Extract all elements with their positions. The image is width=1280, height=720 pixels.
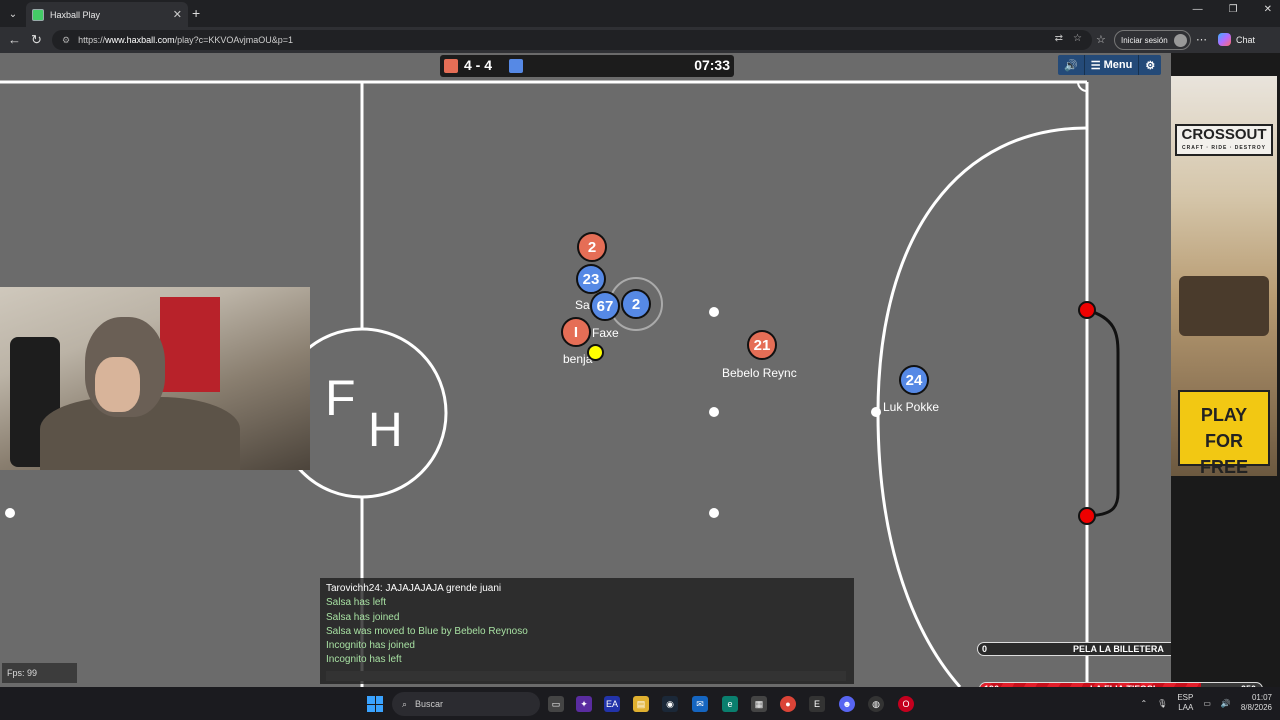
player-disc: 24 xyxy=(899,365,929,395)
player-disc: 2 xyxy=(577,232,607,262)
copilot-icon xyxy=(1218,33,1231,46)
windows-start-icon[interactable] xyxy=(367,696,383,712)
favorites-icon[interactable]: ☆ xyxy=(1096,33,1106,46)
tab-title: Haxball Play xyxy=(50,9,101,20)
sound-toggle-icon[interactable]: 🔊 xyxy=(1058,55,1084,75)
center-logo-h: H xyxy=(368,404,403,457)
haxball-favicon-icon xyxy=(32,8,44,21)
player-disc: I xyxy=(561,317,591,347)
player-name: Faxe xyxy=(592,326,619,340)
player-disc: 2 xyxy=(621,289,651,319)
player-disc: 23 xyxy=(576,264,606,294)
tray-chevron-icon[interactable]: ⌃ xyxy=(1140,699,1147,708)
store-icon[interactable]: ▦ xyxy=(751,696,767,712)
chat-notice: Salsa has joined xyxy=(326,611,400,623)
search-label: Buscar xyxy=(415,699,444,709)
menu-icon: ☰ xyxy=(1090,59,1104,72)
steam-icon[interactable]: ◉ xyxy=(662,696,678,712)
mic-icon[interactable]: 🎙 xyxy=(1157,699,1167,708)
address-bar-icons: ⇄ ☆ xyxy=(1055,33,1082,44)
score-text: 4 - 4 xyxy=(464,57,493,73)
tab-close-icon[interactable]: ✕ xyxy=(173,8,182,21)
player-disc: 67 xyxy=(590,291,620,321)
browser-tab-bar: ⌄ Haxball Play ✕ + — ❐ ✕ xyxy=(0,0,1280,27)
menu-label: Menu xyxy=(1103,59,1133,71)
new-tab-button[interactable]: + xyxy=(192,5,200,21)
chat-notice: Incognito has joined xyxy=(326,640,415,652)
taskbar: ⌕ Buscar ▭ ✦ EA ▤ ◉ ✉ e ▦ ● E ☻ ◍ O ⌃ 🎙 … xyxy=(0,687,1280,720)
player-name: Sa xyxy=(575,298,590,312)
edge-icon[interactable]: e xyxy=(722,696,738,712)
close-window-icon[interactable]: ✕ xyxy=(1264,4,1272,15)
stream-overlay-bar: 0 PELA LA BILLETERA 5 xyxy=(977,642,1171,656)
chat-input[interactable] xyxy=(326,671,846,681)
site-info-icon[interactable]: ⚙ xyxy=(62,35,70,46)
profile-avatar xyxy=(1173,34,1187,47)
signin-button[interactable]: Iniciar sesión xyxy=(1114,30,1191,50)
red-team-icon xyxy=(444,59,458,73)
mail-icon[interactable]: ✉ xyxy=(692,696,708,712)
language-indicator[interactable]: ESP LAA xyxy=(1177,693,1193,713)
game-top-buttons: 🔊 ☰ Menu ⚙ xyxy=(1058,55,1162,75)
game-field[interactable]: F H 2 23 Sa 67 2 Faxe I benja 21 Bebelo … xyxy=(0,53,1171,687)
scoreboard: 4 - 4 07:33 xyxy=(440,55,734,77)
bookmark-star-icon[interactable]: ☆ xyxy=(1073,33,1082,44)
menu-button[interactable]: ☰ Menu xyxy=(1085,55,1139,75)
chrome-icon[interactable]: ● xyxy=(780,696,796,712)
taskbar-search[interactable]: ⌕ Buscar xyxy=(392,692,540,716)
fps-counter: Fps: 99 xyxy=(2,663,77,683)
restore-icon[interactable]: ❐ xyxy=(1229,4,1238,15)
more-menu-icon[interactable]: ⋯ xyxy=(1196,33,1207,46)
chat-message: Tarovichh24: JAJAJAJAJA grende juani xyxy=(326,583,502,594)
system-tray: ⌃ 🎙 ESP LAA ▭ 🔊 01:07 8/8/2026 xyxy=(1140,693,1272,713)
ad-logo: CROSSOUT CRAFT · RIDE · DESTROY xyxy=(1175,124,1273,156)
crossout-ad[interactable]: CROSSOUT CRAFT · RIDE · DESTROY PLAY FOR F… xyxy=(1171,76,1277,476)
copilot-app-icon[interactable]: ✦ xyxy=(576,696,592,712)
volume-icon[interactable]: 🔊 xyxy=(1221,699,1231,708)
task-view-icon[interactable]: ▭ xyxy=(548,696,564,712)
clock[interactable]: 01:07 8/8/2026 xyxy=(1241,693,1272,713)
ad-vehicle-image xyxy=(1179,276,1269,336)
game-ball xyxy=(587,344,604,361)
minimize-icon[interactable]: — xyxy=(1193,4,1203,15)
player-disc: 21 xyxy=(747,330,777,360)
browser-toolbar: ← ↻ ⚙ https://www.haxball.com/play?c=KKV… xyxy=(0,27,1280,53)
copilot-chat-button[interactable]: Chat xyxy=(1218,33,1255,46)
translate-icon[interactable]: ⇄ xyxy=(1055,33,1063,44)
window-controls: — ❐ ✕ xyxy=(1193,4,1272,15)
chat-box: Tarovichh24: JAJAJAJAJA grende juani Sal… xyxy=(320,578,854,684)
center-logo-f: F xyxy=(325,370,356,426)
search-icon: ⌕ xyxy=(402,698,408,709)
player-name: Bebelo Reync xyxy=(722,366,797,380)
chat-notice: Incognito has left xyxy=(326,654,402,666)
signin-label: Iniciar sesión xyxy=(1121,35,1168,45)
back-icon[interactable]: ← xyxy=(8,32,21,47)
haxball-page: F H 2 23 Sa 67 2 Faxe I benja 21 Bebelo … xyxy=(0,53,1280,696)
epic-games-icon[interactable]: E xyxy=(809,696,825,712)
game-timer: 07:33 xyxy=(694,57,730,73)
file-explorer-icon[interactable]: ▤ xyxy=(633,696,649,712)
chat-notice: Salsa has left xyxy=(326,597,387,609)
url-text: https://www.haxball.com/play?c=KKVOAvjma… xyxy=(78,35,294,45)
chat-notice: Salsa was moved to Blue by Bebelo Reynos… xyxy=(326,625,528,637)
settings-gear-icon[interactable]: ⚙ xyxy=(1139,55,1161,75)
tab-list-button[interactable]: ⌄ xyxy=(4,5,22,23)
blue-team-icon xyxy=(509,59,523,73)
ad-cta[interactable]: PLAY FOR FREE xyxy=(1178,390,1270,476)
network-icon[interactable]: ▭ xyxy=(1203,699,1211,708)
webcam-overlay xyxy=(0,287,310,470)
address-bar[interactable]: ⚙ https://www.haxball.com/play?c=KKVOAvj… xyxy=(52,30,1092,50)
player-name: Luk Pokke xyxy=(883,400,940,414)
obs-icon[interactable]: ◍ xyxy=(868,696,884,712)
reload-icon[interactable]: ↻ xyxy=(31,32,42,48)
ea-app-icon[interactable]: EA xyxy=(604,696,620,712)
chat-label: Chat xyxy=(1236,34,1256,45)
browser-tab[interactable]: Haxball Play ✕ xyxy=(26,2,188,27)
discord-icon[interactable]: ☻ xyxy=(839,696,855,712)
opera-icon[interactable]: O xyxy=(898,696,914,712)
